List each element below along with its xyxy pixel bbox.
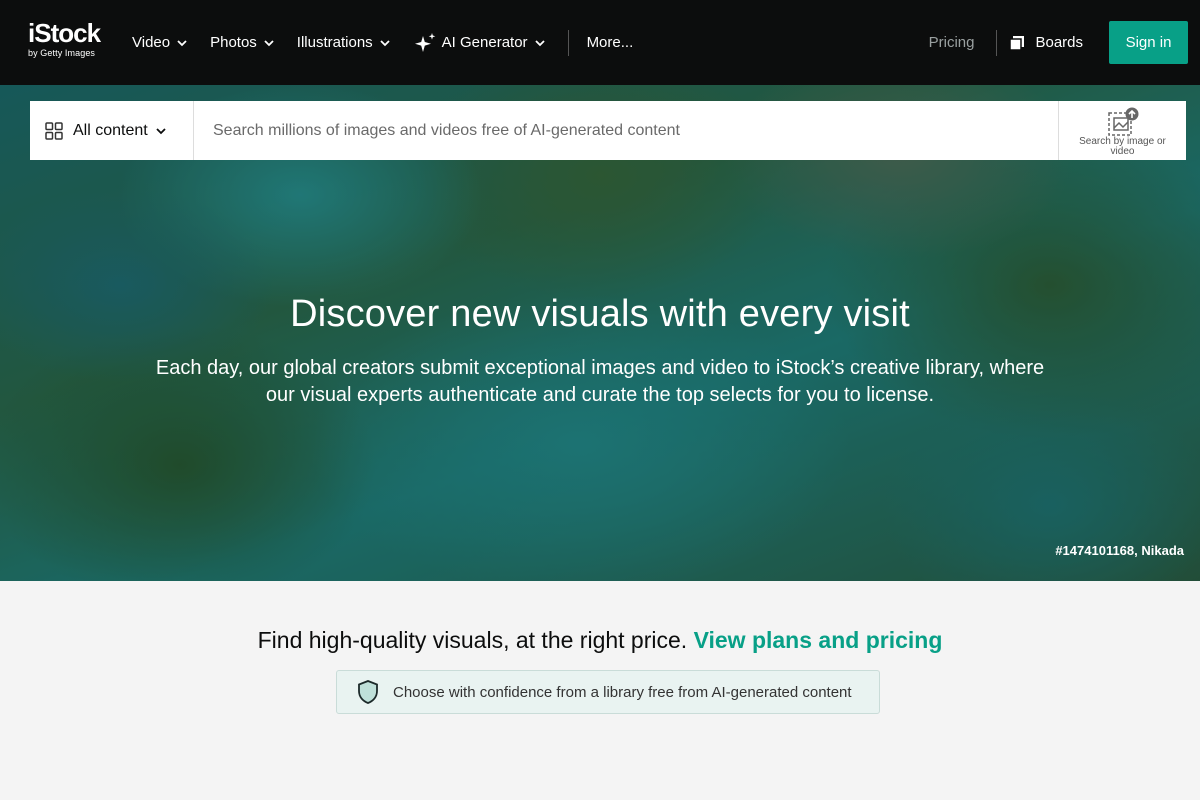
search-bar: All content Search by image or video [30, 101, 1186, 160]
nav-illustrations[interactable]: Illustrations [297, 34, 391, 51]
nav-photos[interactable]: Photos [210, 34, 275, 51]
search-by-image-label: Search by image or video [1079, 136, 1166, 157]
content-type-label: All content [73, 121, 148, 139]
sparkle-icon [414, 32, 435, 52]
chevron-down-icon [534, 39, 545, 46]
top-nav: iStock by Getty Images Video Photos Illu… [0, 0, 1200, 85]
chevron-down-icon [380, 39, 390, 46]
chevron-down-icon [264, 39, 274, 46]
nav-more-label: More... [586, 34, 634, 51]
grid-icon [45, 121, 63, 140]
shield-icon [358, 680, 378, 704]
boards-label: Boards [1035, 34, 1083, 51]
chevron-down-icon [156, 127, 166, 134]
view-plans-link[interactable]: View plans and pricing [694, 627, 943, 653]
search-input[interactable] [194, 101, 1058, 160]
promo-text: Find high-quality visuals, at the right … [257, 627, 688, 653]
boards-icon [1009, 35, 1025, 51]
pricing-link[interactable]: Pricing [929, 34, 975, 51]
sign-in-button[interactable]: Sign in [1109, 21, 1188, 64]
pricing-promo: Find high-quality visuals, at the right … [0, 627, 1200, 654]
nav-video-label: Video [132, 34, 171, 51]
nav-ai-generator[interactable]: AI Generator [413, 31, 546, 55]
image-credit[interactable]: #1474101168, Nikada [1055, 543, 1184, 558]
badge-text: Choose with confidence from a library fr… [393, 683, 852, 701]
nav-illustrations-label: Illustrations [296, 34, 373, 51]
hero-title: Discover new visuals with every visit [290, 293, 910, 335]
image-upload-icon [1107, 107, 1138, 136]
nav-divider [567, 29, 569, 56]
chevron-down-icon [177, 39, 187, 46]
ai-free-badge: Choose with confidence from a library fr… [336, 670, 880, 714]
nav-video[interactable]: Video [132, 34, 188, 51]
boards-link[interactable]: Boards [1009, 34, 1083, 51]
logo-word: iStock [28, 18, 101, 48]
hero-subtitle: Each day, our global creators submit exc… [155, 357, 1045, 406]
istock-logo[interactable]: iStock by Getty Images [28, 20, 112, 62]
nav-more[interactable]: More... [587, 34, 634, 51]
search-by-image-button[interactable]: Search by image or video [1058, 101, 1186, 160]
logo-sub: by Getty Images [28, 48, 96, 58]
nav-photos-label: Photos [210, 34, 257, 51]
nav-divider [996, 29, 998, 56]
main-menu: Video Photos Illustrations AI Generator … [132, 0, 655, 85]
content-type-dropdown[interactable]: All content [30, 101, 194, 160]
nav-ai-generator-label: AI Generator [441, 34, 528, 51]
account-nav: Pricing Boards Sign in [929, 0, 1188, 85]
